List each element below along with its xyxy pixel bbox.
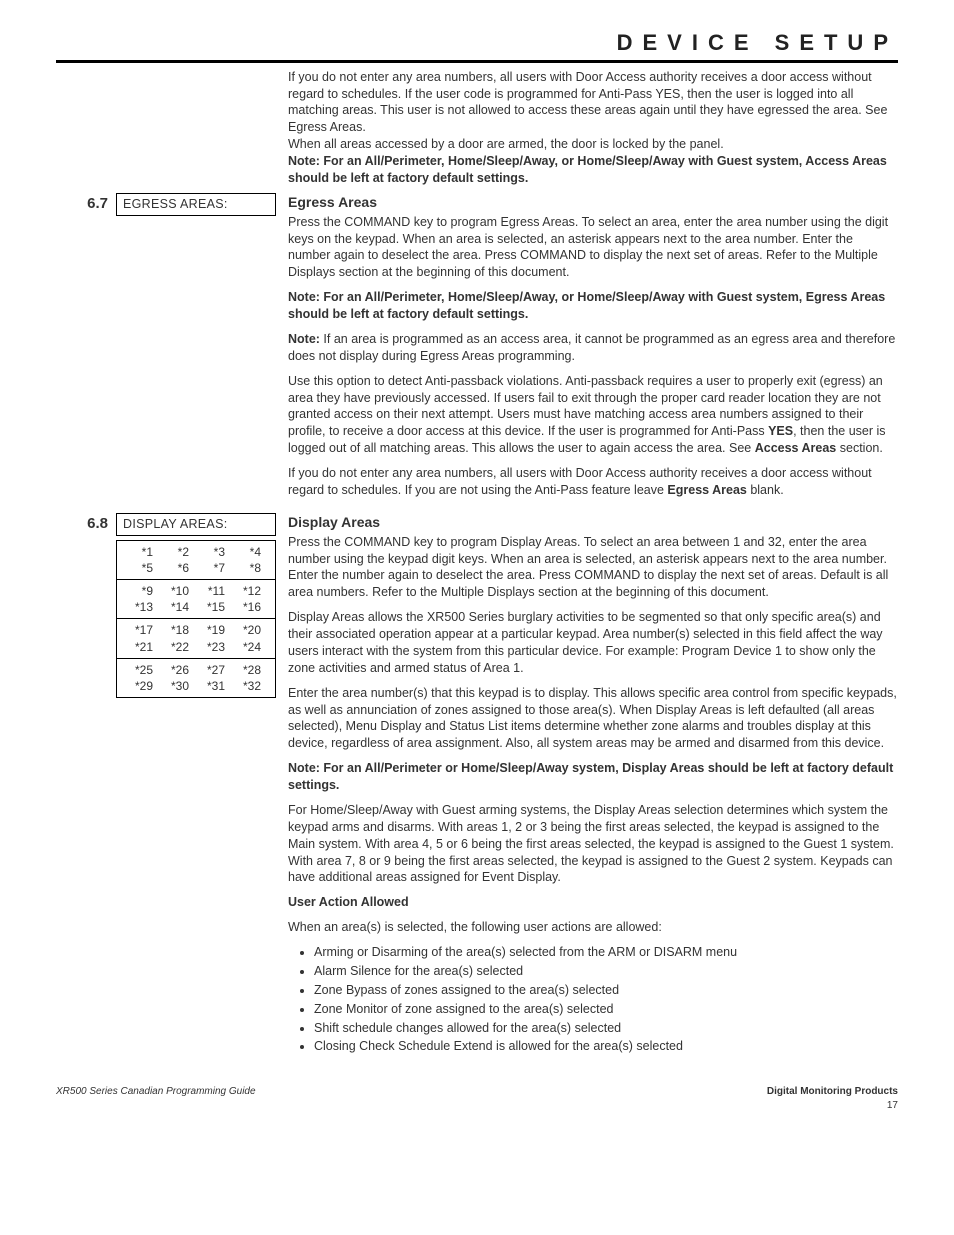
- area-cell: *1: [121, 544, 157, 560]
- section-6-8: 6.8 DISPLAY AREAS: *1*2*3*4 *5*6*7*8 *9*10…: [56, 513, 898, 1058]
- area-cell: *25: [121, 662, 157, 678]
- field-box-egress: EGRESS AREAS:: [116, 193, 276, 216]
- area-cell: *31: [193, 678, 229, 694]
- egress-p2: Use this option to detect Anti-passback …: [288, 373, 898, 457]
- list-item: Zone Bypass of zones assigned to the are…: [314, 982, 898, 999]
- area-cell: *24: [229, 639, 265, 655]
- display-p2: Display Areas allows the XR500 Series bu…: [288, 609, 898, 677]
- egress-p1: Press the COMMAND key to program Egress …: [288, 214, 898, 282]
- area-cell: *2: [157, 544, 193, 560]
- section-number: 6.7: [56, 193, 116, 214]
- area-cell: *19: [193, 622, 229, 638]
- footer-page: 17: [767, 1099, 898, 1113]
- area-cell: *8: [229, 560, 265, 576]
- area-cell: *7: [193, 560, 229, 576]
- egress-note1: Note: For an All/Perimeter, Home/Sleep/A…: [288, 289, 898, 323]
- intro-note: Note: For an All/Perimeter, Home/Sleep/A…: [288, 153, 898, 187]
- display-p4: For Home/Sleep/Away with Guest arming sy…: [288, 802, 898, 886]
- area-cell: *5: [121, 560, 157, 576]
- area-cell: *17: [121, 622, 157, 638]
- area-cell: *9: [121, 583, 157, 599]
- area-cell: *10: [157, 583, 193, 599]
- intro-p2: When all areas accessed by a door are ar…: [288, 136, 898, 153]
- area-cell: *30: [157, 678, 193, 694]
- area-cell: *4: [229, 544, 265, 560]
- area-cell: *12: [229, 583, 265, 599]
- area-cell: *14: [157, 599, 193, 615]
- display-p3: Enter the area number(s) that this keypa…: [288, 685, 898, 753]
- user-action-list: Arming or Disarming of the area(s) selec…: [314, 944, 898, 1055]
- area-cell: *13: [121, 599, 157, 615]
- display-title: Display Areas: [288, 513, 898, 532]
- page-header: DEVICE SETUP: [56, 28, 898, 63]
- display-p5: When an area(s) is selected, the followi…: [288, 919, 898, 936]
- area-cell: *22: [157, 639, 193, 655]
- section-6-7: 6.7 EGRESS AREAS: Egress Areas Press the…: [56, 193, 898, 507]
- area-cell: *3: [193, 544, 229, 560]
- intro-p1: If you do not enter any area numbers, al…: [288, 69, 898, 137]
- area-cell: *27: [193, 662, 229, 678]
- list-item: Arming or Disarming of the area(s) selec…: [314, 944, 898, 961]
- list-item: Zone Monitor of zone assigned to the are…: [314, 1001, 898, 1018]
- display-areas-table: *1*2*3*4*5*6*7*8*9*10*11*12*13*14*15*16*…: [116, 540, 276, 699]
- list-item: Closing Check Schedule Extend is allowed…: [314, 1038, 898, 1055]
- area-cell: *16: [229, 599, 265, 615]
- egress-p3: If you do not enter any area numbers, al…: [288, 465, 898, 499]
- list-item: Alarm Silence for the area(s) selected: [314, 963, 898, 980]
- user-action-heading: User Action Allowed: [288, 894, 898, 911]
- egress-title: Egress Areas: [288, 193, 898, 212]
- section-number: 6.8: [56, 513, 116, 534]
- area-cell: *18: [157, 622, 193, 638]
- area-cell: *32: [229, 678, 265, 694]
- egress-note2: Note: If an area is programmed as an acc…: [288, 331, 898, 365]
- footer-brand: Digital Monitoring Products: [767, 1085, 898, 1099]
- display-p1: Press the COMMAND key to program Display…: [288, 534, 898, 602]
- area-cell: *26: [157, 662, 193, 678]
- area-cell: *23: [193, 639, 229, 655]
- display-note: Note: For an All/Perimeter or Home/Sleep…: [288, 760, 898, 794]
- field-box-display: DISPLAY AREAS:: [116, 513, 276, 536]
- footer-left: XR500 Series Canadian Programming Guide: [56, 1085, 256, 1112]
- area-cell: *6: [157, 560, 193, 576]
- area-cell: *21: [121, 639, 157, 655]
- area-cell: *11: [193, 583, 229, 599]
- area-cell: *29: [121, 678, 157, 694]
- page-footer: XR500 Series Canadian Programming Guide …: [56, 1085, 898, 1112]
- area-cell: *20: [229, 622, 265, 638]
- area-cell: *15: [193, 599, 229, 615]
- list-item: Shift schedule changes allowed for the a…: [314, 1020, 898, 1037]
- area-cell: *28: [229, 662, 265, 678]
- section-header: DEVICE SETUP: [56, 28, 898, 60]
- intro-block: If you do not enter any area numbers, al…: [288, 69, 898, 187]
